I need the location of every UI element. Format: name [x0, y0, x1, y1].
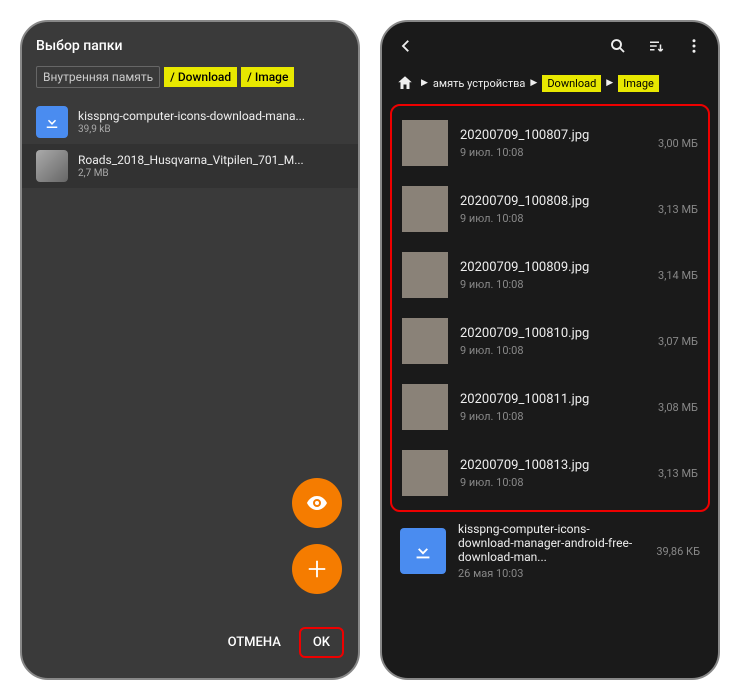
back-button[interactable] [396, 36, 416, 56]
file-size: 39,9 kB [78, 124, 344, 135]
ok-button[interactable]: OK [299, 627, 344, 658]
file-size: 3,14 МБ [658, 269, 698, 282]
breadcrumb-download[interactable]: Download [542, 75, 601, 92]
dialog-actions: ОТМЕНА OK [214, 627, 344, 658]
file-date: 9 июл. 10:08 [460, 344, 646, 357]
dialog-title: Выбор папки [22, 22, 358, 66]
breadcrumb-download[interactable]: / Download [164, 67, 237, 87]
menu-button[interactable] [684, 36, 704, 56]
file-meta: kisspng-computer-icons-download-mana... … [78, 109, 344, 135]
chevron-icon: ▶ [421, 78, 428, 88]
file-item[interactable]: kisspng-computer-icons-download-mana... … [22, 100, 358, 144]
breadcrumb: Внутренняя память / Download / Image [22, 66, 358, 100]
image-thumb [402, 252, 448, 298]
file-name: 20200709_100811.jpg [460, 392, 646, 407]
image-thumb [402, 384, 448, 430]
fab-preview-button[interactable] [292, 478, 342, 528]
file-date: 9 июл. 10:08 [460, 212, 646, 225]
file-name: 20200709_100813.jpg [460, 458, 646, 473]
file-size: 3,07 МБ [658, 335, 698, 348]
file-browser-screen: ▶ амять устройства ▶ Download ▶ Image 20… [380, 20, 720, 680]
chevron-icon: ▶ [606, 78, 613, 88]
image-thumb [402, 186, 448, 232]
file-date: 9 июл. 10:08 [460, 278, 646, 291]
home-icon[interactable] [396, 74, 414, 92]
file-size: 3,13 МБ [658, 203, 698, 216]
file-row[interactable]: kisspng-computer-icons-download-manager-… [382, 512, 718, 590]
file-row[interactable]: 20200709_100810.jpg 9 июл. 10:08 3,07 МБ [392, 308, 708, 374]
search-icon [609, 37, 627, 55]
file-date: 9 июл. 10:08 [460, 146, 646, 159]
file-name: 20200709_100808.jpg [460, 194, 646, 209]
sort-icon [647, 37, 665, 55]
sort-button[interactable] [646, 36, 666, 56]
file-date: 26 мая 10:03 [458, 567, 644, 580]
file-size: 3,00 МБ [658, 137, 698, 150]
file-row[interactable]: 20200709_100808.jpg 9 июл. 10:08 3,13 МБ [392, 176, 708, 242]
file-name: Roads_2018_Husqvarna_Vitpilen_701_M... [78, 153, 344, 167]
file-size: 3,08 МБ [658, 401, 698, 414]
image-thumb [36, 150, 68, 182]
breadcrumb-image[interactable]: Image [618, 75, 659, 92]
file-date: 9 июл. 10:08 [460, 410, 646, 423]
breadcrumb: ▶ амять устройства ▶ Download ▶ Image [382, 66, 718, 104]
chevron-left-icon [397, 37, 415, 55]
image-thumb [402, 318, 448, 364]
file-date: 9 июл. 10:08 [460, 476, 646, 489]
toolbar [382, 22, 718, 66]
breadcrumb-storage[interactable]: амять устройства [433, 77, 525, 90]
file-name: 20200709_100810.jpg [460, 326, 646, 341]
file-row[interactable]: 20200709_100809.jpg 9 июл. 10:08 3,14 МБ [392, 242, 708, 308]
cancel-button[interactable]: ОТМЕНА [214, 627, 295, 658]
file-size: 2,7 MB [78, 168, 344, 179]
fab-add-button[interactable] [292, 544, 342, 594]
file-size: 39,86 КБ [656, 545, 700, 558]
breadcrumb-root[interactable]: Внутренняя память [36, 66, 160, 88]
breadcrumb-image[interactable]: / Image [241, 67, 294, 87]
image-thumb [402, 450, 448, 496]
plus-icon [306, 558, 328, 580]
file-size: 3,13 МБ [658, 467, 698, 480]
file-meta: Roads_2018_Husqvarna_Vitpilen_701_M... 2… [78, 153, 344, 179]
file-name: kisspng-computer-icons-download-mana... [78, 109, 344, 123]
folder-picker-screen: Выбор папки Внутренняя память / Download… [20, 20, 360, 680]
image-thumb [402, 120, 448, 166]
file-name: 20200709_100807.jpg [460, 128, 646, 143]
download-icon [400, 528, 446, 574]
chevron-icon: ▶ [530, 78, 537, 88]
file-item[interactable]: Roads_2018_Husqvarna_Vitpilen_701_M... 2… [22, 144, 358, 188]
file-list: 20200709_100807.jpg9 июл. 10:08 3,00 МБ … [390, 104, 710, 512]
file-row[interactable]: 20200709_100807.jpg 9 июл. 10:08 3,00 МБ [392, 110, 708, 176]
download-icon [36, 106, 68, 138]
file-row[interactable]: 20200709_100813.jpg 9 июл. 10:08 3,13 МБ [392, 440, 708, 506]
search-button[interactable] [608, 36, 628, 56]
file-name: kisspng-computer-icons-download-manager-… [458, 522, 644, 564]
more-vert-icon [685, 37, 703, 55]
file-name: 20200709_100809.jpg [460, 260, 646, 275]
file-row[interactable]: 20200709_100811.jpg 9 июл. 10:08 3,08 МБ [392, 374, 708, 440]
eye-icon [305, 491, 329, 515]
